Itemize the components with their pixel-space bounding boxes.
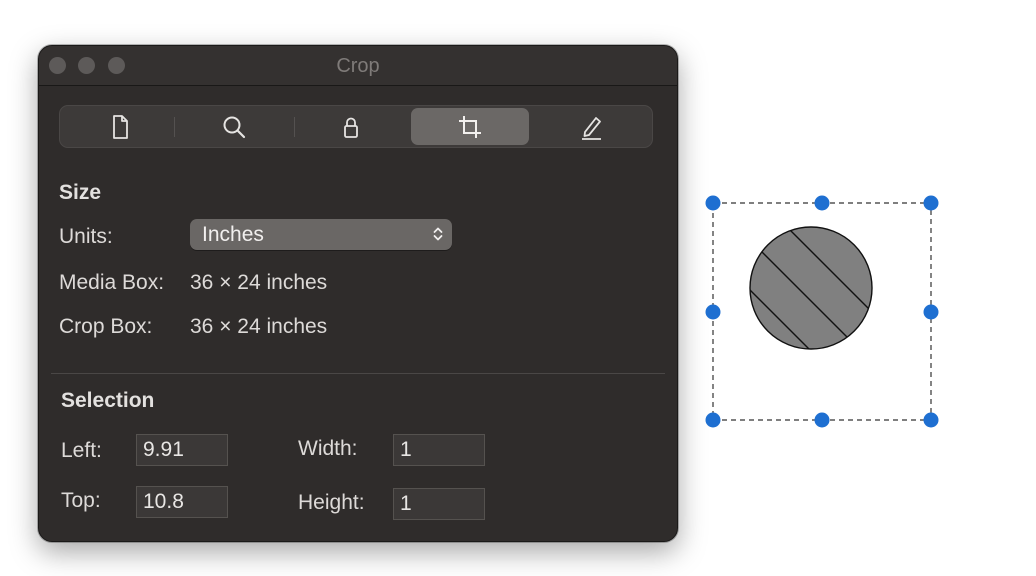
height-label: Height:	[298, 491, 365, 514]
tab-security[interactable]	[292, 108, 410, 145]
handle-bottom-left[interactable]	[705, 412, 721, 428]
magnifier-icon	[223, 116, 246, 138]
hatched-circle-shape[interactable]	[700, 190, 940, 390]
section-divider	[51, 373, 665, 374]
handle-middle-left[interactable]	[705, 304, 721, 320]
window-title: Crop	[336, 55, 380, 77]
left-field[interactable]: 9.91	[136, 434, 228, 466]
handle-top-left[interactable]	[705, 195, 721, 211]
media-box-value: 36 × 24 inches	[190, 271, 328, 294]
top-field[interactable]: 10.8	[136, 486, 228, 518]
title-bar[interactable]: Crop	[39, 46, 677, 86]
crop-icon	[459, 115, 481, 138]
tab-crop[interactable]	[411, 108, 529, 145]
tab-annotate[interactable]	[532, 108, 650, 145]
tab-search[interactable]	[175, 108, 293, 145]
handle-top-right[interactable]	[923, 195, 939, 211]
height-field[interactable]: 1	[393, 488, 485, 520]
handle-middle-right[interactable]	[923, 304, 939, 320]
pencil-icon	[582, 116, 601, 140]
top-label: Top:	[61, 489, 101, 512]
width-label: Width:	[298, 437, 358, 460]
units-select[interactable]: Inches	[190, 219, 452, 250]
document-icon	[113, 114, 128, 139]
media-box-label: Media Box:	[59, 271, 165, 294]
units-selected-value: Inches	[202, 223, 264, 246]
crop-box-label: Crop Box:	[59, 315, 153, 338]
handle-top-middle[interactable]	[814, 195, 830, 211]
inspector-tab-bar	[59, 105, 653, 148]
chevron-up-down-icon	[433, 227, 443, 241]
left-label: Left:	[61, 439, 102, 462]
crop-box-value: 36 × 24 inches	[190, 315, 328, 338]
width-field[interactable]: 1	[393, 434, 485, 466]
lock-icon	[344, 117, 358, 138]
units-label: Units:	[59, 225, 113, 248]
selection-heading: Selection	[61, 389, 155, 412]
crop-inspector-window: Crop Size Units: Inches Media Box: 36 × …	[38, 45, 678, 542]
tab-document[interactable]	[61, 108, 179, 145]
document-canvas	[700, 190, 940, 428]
handle-bottom-right[interactable]	[923, 412, 939, 428]
size-heading: Size	[59, 181, 102, 204]
handle-bottom-middle[interactable]	[814, 412, 830, 428]
